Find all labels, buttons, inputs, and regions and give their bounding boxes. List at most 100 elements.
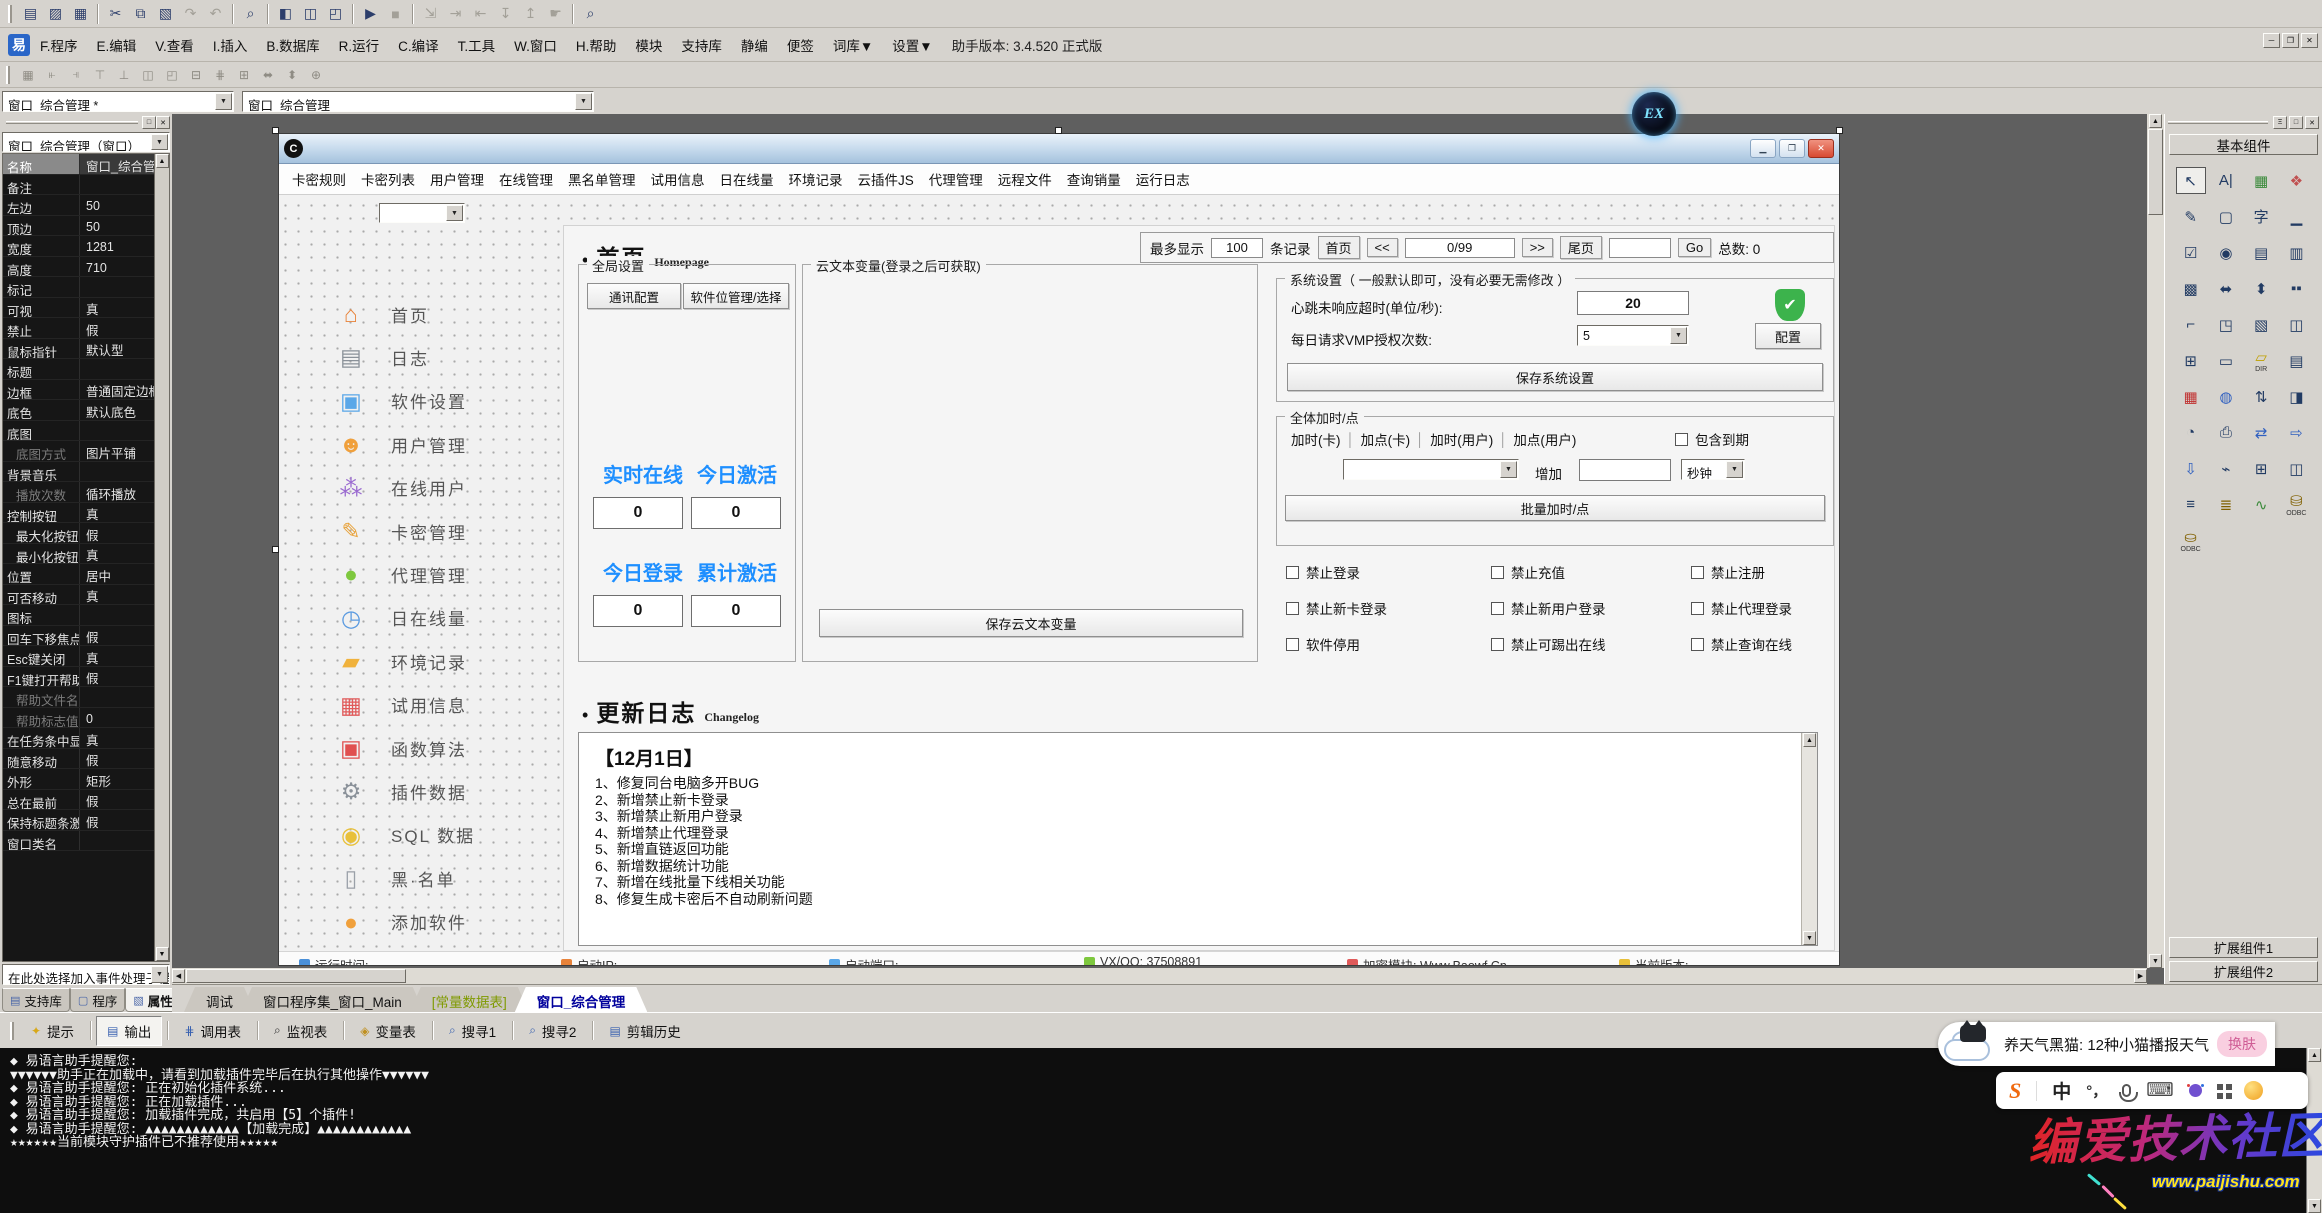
chevron-down-icon[interactable]: ▼ (1670, 327, 1687, 344)
pointer-component-icon[interactable]: ↖ (2176, 167, 2206, 194)
edit-box-component-icon[interactable]: A| (2211, 167, 2241, 194)
restriction-checkbox[interactable]: 禁止新用户登录 (1491, 598, 1691, 618)
menu-item-7[interactable]: T.工具 (458, 39, 496, 54)
combo-box-component-icon[interactable]: ▩ (2176, 275, 2206, 302)
page-size-input[interactable]: 100 (1211, 238, 1263, 258)
form-menu-tab-5[interactable]: 试用信息 (651, 169, 705, 189)
property-row[interactable]: 背景音乐 (3, 462, 154, 483)
view-split-3-button[interactable]: ◰ (323, 2, 348, 25)
copy-button[interactable]: ⧉ (128, 2, 153, 25)
form-menu-tab-3[interactable]: 在线管理 (499, 169, 553, 189)
align-tool-6-button[interactable]: ◰ (160, 64, 184, 85)
restriction-checkbox[interactable]: 禁止新卡登录 (1286, 598, 1491, 618)
selection-handle[interactable] (272, 546, 279, 553)
sidebar-item-9[interactable]: ▦试用信息 (337, 688, 467, 722)
menu-item-3[interactable]: I.插入 (213, 39, 248, 54)
property-row[interactable]: 位置居中 (3, 564, 154, 585)
form-menu-tab-12[interactable]: 运行日志 (1136, 169, 1190, 189)
ex-plugin-badge[interactable]: EX (1632, 92, 1676, 136)
punctuation-icon[interactable]: °， (2086, 1080, 2107, 1101)
form-menu-tab-11[interactable]: 查询销量 (1067, 169, 1121, 189)
搜寻2-tool-button[interactable]: ⌕搜寻2 (518, 1016, 587, 1046)
open-file-button[interactable]: ▨ (43, 2, 68, 25)
member-selector-combo[interactable]: 窗口_综合管理▼ (242, 91, 594, 112)
property-row[interactable]: 随意移动假 (3, 749, 154, 770)
align-tool-0-button[interactable]: ▦ (16, 64, 40, 85)
apps-grid-icon[interactable] (2217, 1084, 2223, 1090)
first-page-button[interactable]: 首页 (1318, 236, 1360, 259)
sidebar-item-5[interactable]: ✎卡密管理 (337, 514, 467, 548)
sogou-logo-icon[interactable]: S (2009, 1078, 2021, 1104)
form-menu-tab-6[interactable]: 日在线量 (720, 169, 774, 189)
调用表-tool-button[interactable]: ⋕调用表 (173, 1016, 252, 1046)
form-menu-tab-8[interactable]: 云插件JS (858, 169, 914, 189)
sidebar-item-4[interactable]: ⁂在线用户 (337, 471, 467, 505)
form-minimize-icon[interactable]: ▁ (1750, 139, 1776, 158)
checkbox-icon[interactable] (1691, 566, 1704, 579)
view-split-2-button[interactable]: ◫ (298, 2, 323, 25)
property-row[interactable]: 顶边50 (3, 216, 154, 237)
sidebar-item-3[interactable]: ☻用户管理 (337, 427, 467, 461)
addtime-tab-3[interactable]: 加点(用户) (1513, 429, 1576, 449)
property-row[interactable]: 边框普通固定边框 (3, 380, 154, 401)
last-page-button[interactable]: 尾页 (1560, 236, 1602, 259)
scroll-left-icon[interactable]: ◀ (172, 969, 185, 983)
checkbox-icon[interactable] (1286, 638, 1299, 651)
align-tool-5-button[interactable]: ◫ (136, 64, 160, 85)
odbc-component-icon[interactable]: ⛀ODBC (2176, 527, 2206, 554)
odbc-pair-component-icon[interactable]: ⛁ODBC (2281, 491, 2311, 518)
panel-restore-icon[interactable]: □ (142, 116, 156, 129)
panel-menu-icon[interactable]: Ξ (2273, 116, 2287, 129)
frame-component-icon[interactable]: ◳ (2211, 311, 2241, 338)
property-row[interactable]: Esc键关闭真 (3, 646, 154, 667)
scroll-down-icon[interactable]: ▼ (156, 947, 169, 961)
save-cloud-text-button[interactable]: 保存云文本变量 (819, 609, 1243, 637)
radio-button-component-icon[interactable]: ◉ (2211, 239, 2241, 266)
change-skin-button[interactable]: 换肤 (2217, 1031, 2267, 1057)
output-log-panel[interactable]: ◆ 易语言助手提醒您:▼▼▼▼▼▼助手正在加载中，请看到加载插件完毕后在执行其他… (0, 1048, 2322, 1213)
form-menu-tab-1[interactable]: 卡密列表 (361, 169, 415, 189)
addtime-target-combo[interactable]: ▼ (1343, 459, 1519, 480)
menu-item-6[interactable]: C.编译 (398, 39, 439, 54)
property-row[interactable]: 鼠标指针默认型 (3, 339, 154, 360)
restriction-checkbox[interactable]: 禁止充值 (1491, 562, 1691, 582)
ime-skin-icon[interactable] (2189, 1084, 2202, 1097)
menu-item-9[interactable]: H.帮助 (576, 39, 617, 54)
debug-1-button[interactable]: ⇲ (418, 2, 443, 25)
property-row[interactable]: 底色默认底色 (3, 400, 154, 421)
sidebar-item-2[interactable]: ▣软件设置 (337, 384, 467, 418)
designer-horizontal-scrollbar[interactable]: ◀▶ (172, 968, 2147, 984)
form-menu-tab-0[interactable]: 卡密规则 (292, 169, 346, 189)
checkbox-icon[interactable] (1491, 602, 1504, 615)
v-scrollbar-component-icon[interactable]: ⬍ (2246, 275, 2276, 302)
calendar-component-icon[interactable]: ⊞ (2176, 347, 2206, 374)
property-row[interactable]: 保持标题条激活假 (3, 810, 154, 831)
property-row[interactable]: 帮助标志值0 (3, 708, 154, 729)
menu-extra-4[interactable]: 词库▼ (833, 39, 873, 54)
scroll-down-icon[interactable]: ▼ (1803, 931, 1816, 945)
designed-form-window[interactable]: C ▁❐✕ 卡密规则卡密列表用户管理在线管理黑名单管理试用信息日在线量环境记录云… (278, 133, 1840, 966)
menu-item-5[interactable]: R.运行 (339, 39, 380, 54)
left-tab-0[interactable]: ▤支持库 (2, 988, 70, 1012)
chart-component-icon[interactable]: ∿ (2246, 491, 2276, 518)
include-expired-checkbox[interactable]: 包含到期 (1675, 429, 1749, 449)
property-row[interactable]: 禁止假 (3, 318, 154, 339)
align-tool-4-button[interactable]: ⊥ (112, 64, 136, 85)
sidebar-item-11[interactable]: ⚙插件数据 (337, 774, 467, 808)
align-tool-8-button[interactable]: ⋕ (208, 64, 232, 85)
form-designer-canvas[interactable]: C ▁❐✕ 卡密规则卡密列表用户管理在线管理黑名单管理试用信息日在线量环境记录云… (172, 114, 2164, 984)
sidebar-item-8[interactable]: ▰环境记录 (337, 644, 467, 678)
panel-close-icon[interactable]: ✕ (2305, 116, 2319, 129)
restore-icon[interactable]: ❐ (2282, 33, 2299, 48)
undo-button[interactable]: ↶ (203, 2, 228, 25)
document-component-icon[interactable]: ▤ (2281, 347, 2311, 374)
minimize-icon[interactable]: ─ (2263, 33, 2280, 48)
input-method-bar[interactable]: S 中 °， ⌨ (1996, 1072, 2308, 1109)
microphone-icon[interactable] (2122, 1084, 2131, 1097)
sidebar-item-13[interactable]: ▯黑·名单 (337, 861, 456, 895)
property-row[interactable]: 高度710 (3, 257, 154, 278)
restriction-checkbox[interactable]: 禁止代理登录 (1691, 598, 1840, 618)
property-row[interactable]: 可否移动真 (3, 585, 154, 606)
property-row[interactable]: 备注 (3, 175, 154, 196)
debug-3-button[interactable]: ⇤ (468, 2, 493, 25)
